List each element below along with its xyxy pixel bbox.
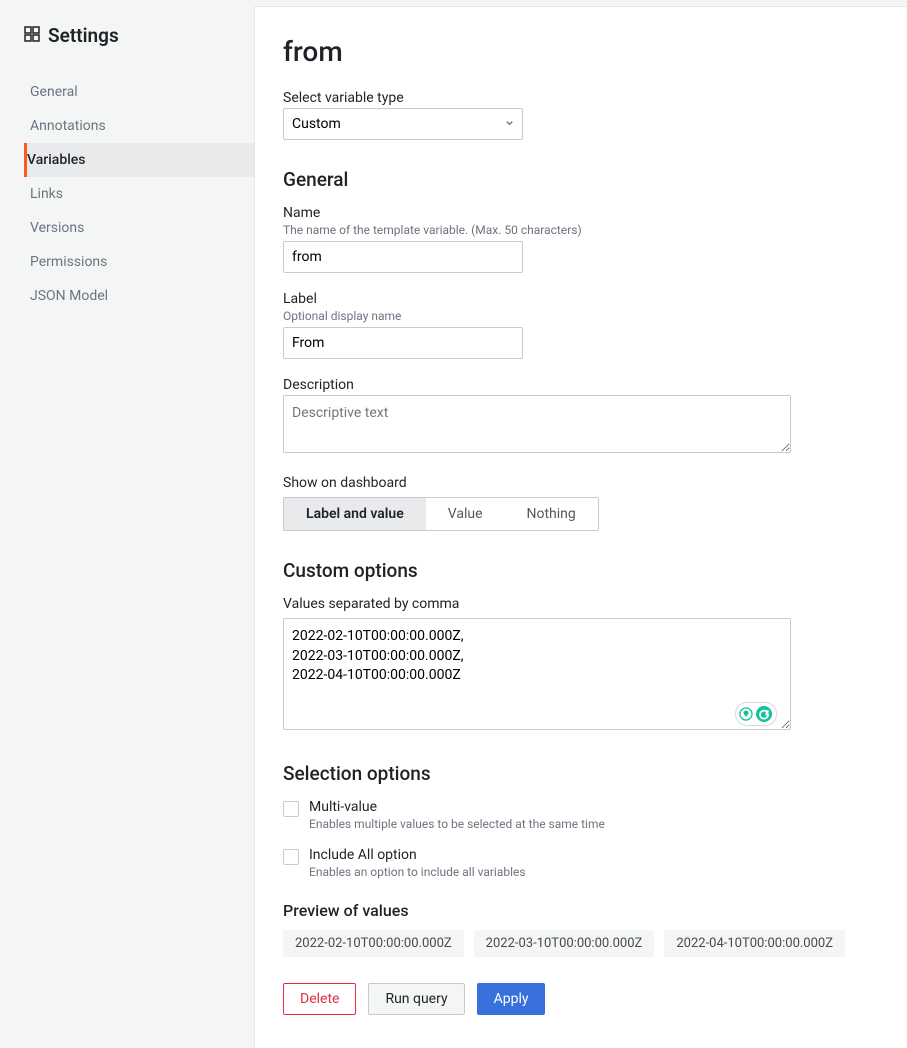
field-name: Name The name of the template variable. … <box>283 205 879 273</box>
grammarly-widget[interactable] <box>735 702 777 726</box>
label-variable-type: Select variable type <box>283 90 879 106</box>
label-label: Label <box>283 291 879 307</box>
hint-multi-value: Enables multiple values to be selected a… <box>309 817 605 831</box>
label-include-all: Include All option <box>309 847 526 863</box>
input-label[interactable] <box>283 327 523 359</box>
checkbox-multi-value[interactable] <box>283 801 299 817</box>
radio-value[interactable]: Value <box>426 498 505 530</box>
nav-item-label: General <box>30 84 78 100</box>
hint-include-all: Enables an option to include all variabl… <box>309 865 526 879</box>
nav-item-annotations[interactable]: Annotations <box>24 109 254 143</box>
sidebar-title: Settings <box>48 24 119 47</box>
nav-item-json-model[interactable]: JSON Model <box>24 279 254 313</box>
nav-item-label: JSON Model <box>30 288 108 304</box>
nav-item-label: Variables <box>27 152 85 168</box>
settings-icon <box>24 26 40 46</box>
field-description: Description <box>283 377 879 457</box>
nav-item-label: Annotations <box>30 118 106 134</box>
section-custom-options: Custom options <box>283 559 879 582</box>
nav-list: General Annotations Variables Links Versions… <box>24 75 254 313</box>
apply-button[interactable]: Apply <box>477 983 546 1015</box>
field-values: Values separated by comma <box>283 596 879 734</box>
label-name: Name <box>283 205 879 221</box>
nav-item-label: Links <box>30 186 63 202</box>
sidebar-header: Settings <box>24 24 254 47</box>
field-variable-type: Select variable type <box>283 90 879 140</box>
run-query-button[interactable]: Run query <box>368 983 464 1015</box>
page-title: from <box>283 35 879 68</box>
input-description[interactable] <box>283 395 791 453</box>
nav-item-permissions[interactable]: Permissions <box>24 245 254 279</box>
radio-group-show-on-dashboard: Label and valueValueNothing <box>283 497 599 531</box>
settings-sidebar: Settings General Annotations Variables Link… <box>0 0 254 1048</box>
select-variable-type[interactable] <box>283 108 523 140</box>
option-include-all: Include All option Enables an option to … <box>283 847 879 879</box>
section-general: General <box>283 168 879 191</box>
actions-row: Delete Run query Apply <box>283 983 879 1015</box>
preview-chips: 2022-02-10T00:00:00.000Z 2022-03-10T00:00… <box>283 930 879 957</box>
hint-name: The name of the template variable. (Max.… <box>283 223 879 237</box>
grammarly-icon <box>755 705 773 723</box>
nav-item-general[interactable]: General <box>24 75 254 109</box>
field-show-on-dashboard: Show on dashboard Label and valueValueNo… <box>283 475 879 531</box>
preview-chip: 2022-04-10T00:00:00.000Z <box>664 930 845 957</box>
nav-item-label: Permissions <box>30 254 107 270</box>
main-content: from Select variable type General Name T… <box>254 6 907 1048</box>
section-selection-options: Selection options <box>283 762 879 785</box>
input-name[interactable] <box>283 241 523 273</box>
preview-chip: 2022-02-10T00:00:00.000Z <box>283 930 464 957</box>
field-label: Label Optional display name <box>283 291 879 359</box>
delete-button[interactable]: Delete <box>283 983 356 1015</box>
radio-label-and-value[interactable]: Label and value <box>284 498 426 530</box>
hint-label: Optional display name <box>283 309 879 323</box>
nav-item-links[interactable]: Links <box>24 177 254 211</box>
label-show-on-dashboard: Show on dashboard <box>283 475 879 491</box>
nav-item-label: Versions <box>30 220 84 236</box>
preview-chip: 2022-03-10T00:00:00.000Z <box>474 930 655 957</box>
lightbulb-icon <box>739 707 753 721</box>
nav-item-versions[interactable]: Versions <box>24 211 254 245</box>
label-description: Description <box>283 377 879 393</box>
input-values[interactable] <box>283 618 791 730</box>
label-multi-value: Multi-value <box>309 799 605 815</box>
preview-label: Preview of values <box>283 901 879 920</box>
radio-nothing[interactable]: Nothing <box>505 498 598 530</box>
checkbox-include-all[interactable] <box>283 849 299 865</box>
label-values: Values separated by comma <box>283 596 879 612</box>
nav-item-variables[interactable]: Variables <box>24 143 254 177</box>
option-multi-value: Multi-value Enables multiple values to b… <box>283 799 879 831</box>
